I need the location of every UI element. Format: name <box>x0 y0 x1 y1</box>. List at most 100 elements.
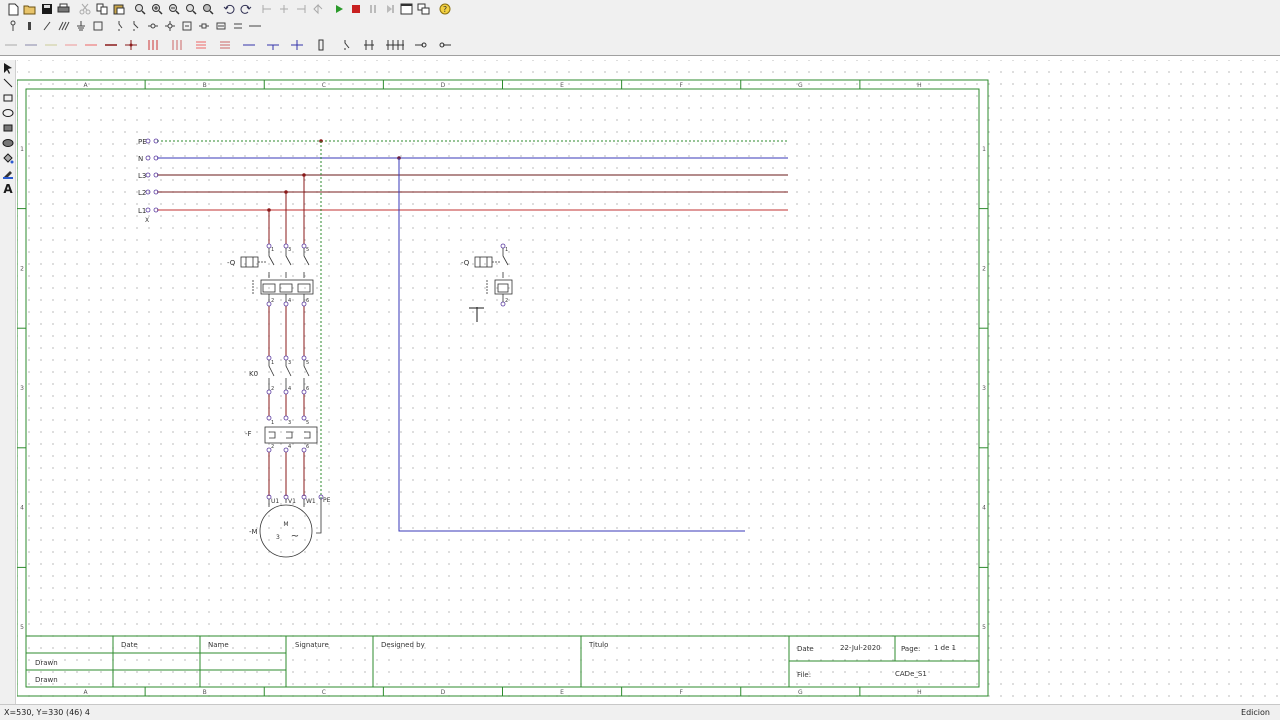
switch-triple-icon[interactable] <box>384 37 406 53</box>
line-yellow-icon[interactable] <box>44 37 58 53</box>
copy-icon[interactable] <box>93 1 110 17</box>
select-arrow-icon[interactable] <box>0 60 16 75</box>
filled-rectangle-tool-icon[interactable] <box>0 120 16 135</box>
overload-relay-f[interactable]: 1 3 5 2 4 6 -F <box>245 415 318 453</box>
motor-breaker-q[interactable]: 1 3 5 2 4 6 -Q <box>227 243 314 307</box>
sheet-inner-frame <box>25 88 980 688</box>
switch-double-icon[interactable] <box>360 37 378 53</box>
drawing-canvas[interactable]: A A B B C C D D E E F F G G H H 1 1 2 2 3 3 4 4 5 5 PE N L3 L2 L1 <box>17 60 1280 704</box>
contact-no-icon[interactable] <box>110 18 127 34</box>
vertical-lines-2-icon[interactable] <box>168 37 186 53</box>
breaker-label: -Q <box>227 259 236 267</box>
motor-letter: M <box>283 521 288 528</box>
step-forward-icon[interactable] <box>381 1 398 17</box>
text-tool-icon[interactable]: A <box>0 180 16 195</box>
help-icon[interactable]: ? <box>436 1 453 17</box>
zoom-fit-icon[interactable] <box>182 1 199 17</box>
ground-icon[interactable] <box>72 18 89 34</box>
undo-icon[interactable] <box>220 1 237 17</box>
fill-bucket-icon[interactable] <box>0 150 16 165</box>
edit-mode-indicator: Edicion <box>1241 708 1270 717</box>
vertical-lines-icon[interactable] <box>144 37 162 53</box>
pen-color-icon[interactable] <box>0 165 16 180</box>
connector-2-icon[interactable] <box>436 37 454 53</box>
tb-name-col: Name <box>208 641 229 649</box>
svg-text:1: 1 <box>271 360 274 366</box>
filled-ellipse-tool-icon[interactable] <box>0 135 16 150</box>
svg-text:2: 2 <box>271 386 274 392</box>
zoom-icon[interactable] <box>131 1 148 17</box>
node-icon[interactable] <box>144 18 161 34</box>
play-icon[interactable] <box>330 1 347 17</box>
bus-label-n: N <box>138 155 143 163</box>
lines-icon[interactable] <box>212 18 229 34</box>
connector-icon[interactable] <box>412 37 430 53</box>
svg-text:?: ? <box>442 5 446 14</box>
zoom-window-icon[interactable] <box>199 1 216 17</box>
svg-text:3: 3 <box>288 360 291 366</box>
fuse-icon[interactable] <box>312 37 330 53</box>
junction-icon[interactable] <box>124 37 138 53</box>
zoom-out-icon[interactable] <box>165 1 182 17</box>
wire-icon[interactable] <box>38 18 55 34</box>
align-center-icon[interactable] <box>275 1 292 17</box>
line-red-thin-icon[interactable] <box>84 37 98 53</box>
zoom-in-icon[interactable] <box>148 1 165 17</box>
dash-icon[interactable] <box>246 18 263 34</box>
breaker2-label: -Q <box>461 259 470 267</box>
coil-icon[interactable] <box>89 18 106 34</box>
horizontal-lines-2-icon[interactable] <box>216 37 234 53</box>
save-icon[interactable] <box>38 1 55 17</box>
align-left-icon[interactable] <box>258 1 275 17</box>
pause-icon[interactable] <box>364 1 381 17</box>
align-right-icon[interactable] <box>292 1 309 17</box>
switch-icon[interactable] <box>336 37 354 53</box>
schematic-sheet[interactable]: A A B B C C D D E E F F G G H H 1 1 2 2 3 3 4 4 5 5 PE N L3 L2 L1 <box>17 60 1280 704</box>
open-folder-icon[interactable] <box>21 1 38 17</box>
control-breaker-q[interactable]: 1 2 -Q <box>461 243 513 307</box>
stop-icon[interactable] <box>347 1 364 17</box>
print-icon[interactable] <box>55 1 72 17</box>
equal-icon[interactable] <box>229 18 246 34</box>
tb-titulo: Titulo <box>588 641 608 649</box>
contactor-k0[interactable]: 1 3 5 2 4 6 K0 <box>249 355 310 395</box>
zone-label: C <box>322 82 326 89</box>
drawing-toolbar <box>0 18 1280 34</box>
bus-blue-cross-icon[interactable] <box>288 37 306 53</box>
bus-blue-tap-icon[interactable] <box>264 37 282 53</box>
line-blue-icon[interactable] <box>24 37 38 53</box>
paste-icon[interactable] <box>110 1 127 17</box>
zone-label: H <box>917 689 922 696</box>
redo-icon[interactable] <box>237 1 254 17</box>
contact-nc-icon[interactable] <box>127 18 144 34</box>
svg-text:5: 5 <box>306 420 309 426</box>
zone-label: G <box>798 82 803 89</box>
line-green-icon[interactable] <box>4 37 18 53</box>
line-darkred-icon[interactable] <box>104 37 118 53</box>
horizontal-lines-icon[interactable] <box>192 37 210 53</box>
zone-label: E <box>560 82 564 89</box>
rectangle-tool-icon[interactable] <box>0 90 16 105</box>
pin-icon[interactable] <box>4 18 21 34</box>
svg-text:1: 1 <box>505 247 508 253</box>
terminal-icon[interactable] <box>21 18 38 34</box>
motor-m[interactable]: U1 V1 W1 PE M 3 ~ -M <box>249 494 331 558</box>
neutral-return-line[interactable] <box>398 158 745 532</box>
box-icon[interactable] <box>178 18 195 34</box>
bus-blue-icon[interactable] <box>240 37 258 53</box>
line-pink-icon[interactable] <box>64 37 78 53</box>
node-cross-icon[interactable] <box>161 18 178 34</box>
window-icon[interactable] <box>398 1 415 17</box>
link-icon[interactable] <box>195 18 212 34</box>
multi-wire-icon[interactable] <box>55 18 72 34</box>
tb-page-value: 1 de 1 <box>934 644 956 652</box>
cut-icon[interactable] <box>76 1 93 17</box>
window-tile-icon[interactable] <box>415 1 432 17</box>
mirror-icon[interactable] <box>309 1 326 17</box>
svg-text:5: 5 <box>306 247 309 253</box>
ellipse-tool-icon[interactable] <box>0 105 16 120</box>
line-tool-icon[interactable] <box>0 75 16 90</box>
zone-label: E <box>560 689 564 696</box>
zone-label: 2 <box>20 265 24 272</box>
new-file-icon[interactable] <box>4 1 21 17</box>
